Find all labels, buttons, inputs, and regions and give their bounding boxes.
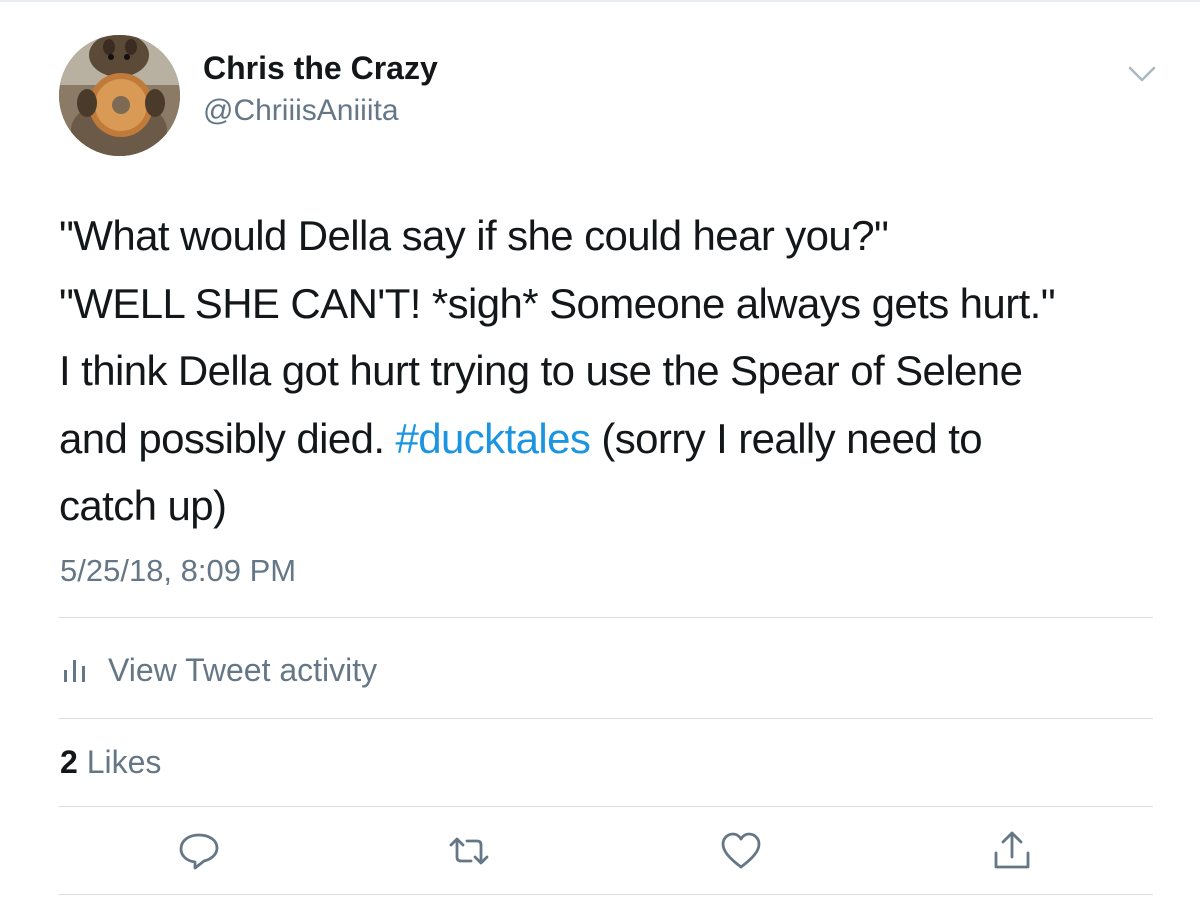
tweet-line: "WELL SHE CAN'T! *sigh* Someone always g… [59, 279, 1056, 327]
view-tweet-activity-link[interactable]: View Tweet activity [59, 640, 377, 700]
likes-label: Likes [86, 744, 162, 780]
hashtag-link[interactable]: #ducktales [396, 415, 591, 462]
likes-count: 2 [60, 744, 78, 780]
retweet-icon [449, 837, 489, 865]
tweet-line: catch up) [59, 482, 227, 529]
heart-icon [721, 832, 761, 869]
display-name[interactable]: Chris the Crazy [203, 50, 438, 87]
tweet-timestamp: 5/25/18, 8:09 PM [60, 553, 297, 588]
tweet-text-segment: and possibly died. [59, 414, 396, 462]
reply-icon [179, 833, 219, 870]
divider [59, 894, 1153, 895]
share-button[interactable] [990, 829, 1034, 873]
chevron-down-icon [1128, 66, 1156, 82]
top-divider [0, 0, 1200, 2]
tweet-line: "What would Della say if she could hear … [59, 212, 889, 259]
tweet-line: I think Della got hurt trying to use the… [59, 347, 1023, 394]
likes-summary[interactable]: 2 Likes [60, 744, 161, 781]
user-handle[interactable]: @ChriiisAniiita [203, 94, 399, 128]
tweet-text: "What would Della say if she could hear … [59, 202, 1159, 540]
tweet-text-segment: (sorry I really need to [590, 414, 983, 462]
share-icon [994, 831, 1030, 869]
avatar[interactable] [59, 35, 180, 156]
retweet-button[interactable] [447, 829, 491, 873]
bar-chart-icon [64, 660, 85, 682]
more-options-button[interactable] [1126, 62, 1158, 86]
reply-button[interactable] [177, 829, 221, 873]
tweet-line: and possibly died. #ducktales (sorry I r… [59, 405, 1159, 473]
like-button[interactable] [719, 829, 763, 873]
divider [59, 718, 1153, 719]
divider [59, 617, 1153, 618]
activity-label: View Tweet activity [108, 651, 378, 688]
divider [59, 806, 1153, 807]
squirrel-with-donut-avatar-icon [59, 35, 180, 156]
